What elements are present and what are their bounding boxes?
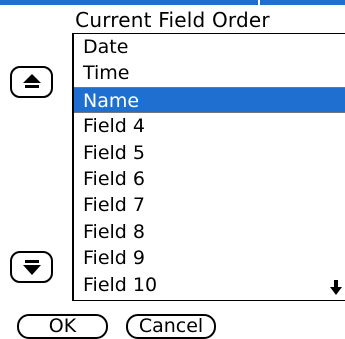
title-bar-strip bbox=[0, 0, 258, 5]
list-item[interactable]: Field 9 bbox=[74, 245, 345, 271]
title-bar-strip-right bbox=[260, 0, 345, 5]
scroll-down-icon[interactable] bbox=[330, 280, 342, 296]
down-arrow-icon bbox=[22, 260, 41, 275]
field-order-heading: Current Field Order bbox=[75, 8, 270, 32]
up-arrow-icon bbox=[22, 74, 41, 88]
list-item[interactable]: Field 6 bbox=[74, 166, 345, 192]
move-up-button[interactable] bbox=[10, 66, 53, 98]
list-item[interactable]: Field 10 bbox=[74, 272, 345, 298]
list-item[interactable]: Time bbox=[74, 60, 345, 86]
field-order-list[interactable]: Date Time Name Field 4 Field 5 Field 6 F… bbox=[72, 33, 345, 301]
list-item[interactable]: Field 7 bbox=[74, 192, 345, 218]
ok-button[interactable]: OK bbox=[17, 314, 108, 339]
list-item[interactable]: Date bbox=[74, 34, 345, 60]
list-item[interactable]: Field 4 bbox=[74, 113, 345, 139]
list-item[interactable]: Field 5 bbox=[74, 140, 345, 166]
cancel-button[interactable]: Cancel bbox=[126, 314, 216, 339]
list-item[interactable]: Field 8 bbox=[74, 219, 345, 245]
move-down-button[interactable] bbox=[10, 251, 53, 283]
list-item-selected[interactable]: Name bbox=[74, 86, 345, 114]
